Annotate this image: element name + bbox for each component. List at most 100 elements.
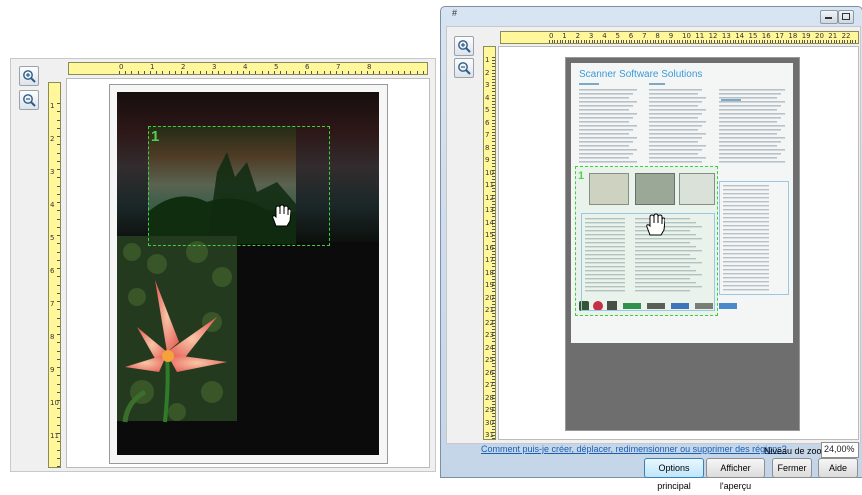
ruler-tick — [554, 40, 556, 43]
ruler-tick — [492, 353, 495, 355]
preview-zoom-in-button[interactable] — [454, 36, 474, 56]
ruler-number: 4 — [485, 93, 490, 102]
maximize-button[interactable] — [838, 10, 854, 24]
ruler-tick — [695, 40, 697, 43]
ruler-tick — [689, 40, 691, 43]
ruler-number: 28 — [485, 393, 494, 402]
preview-button[interactable]: Afficher l'aperçu — [706, 458, 765, 491]
ruler-tick — [329, 71, 331, 74]
scan-region-1[interactable] — [148, 126, 330, 246]
ruler-tick — [367, 71, 368, 74]
ruler-number: 3 — [485, 81, 490, 89]
ruler-number: 19 — [801, 32, 811, 40]
ruler-tick — [162, 71, 164, 74]
minimize-icon — [825, 17, 832, 19]
ruler-number: 5 — [615, 32, 620, 40]
ruler-tick — [549, 40, 550, 43]
ruler-tick — [249, 71, 251, 74]
ruler-tick — [404, 71, 406, 74]
ruler-number: 8 — [485, 143, 490, 152]
ruler-number: 14 — [485, 218, 494, 227]
ruler-tick — [825, 40, 827, 43]
ruler-number: 0 — [119, 63, 124, 71]
ruler-tick — [492, 85, 495, 87]
minimize-button[interactable] — [820, 10, 838, 24]
zoom-spinbox[interactable]: 24,00% — [821, 442, 859, 458]
ruler-tick — [655, 40, 657, 43]
ruler-number: 15 — [748, 32, 758, 40]
zoom-in-button[interactable] — [19, 66, 39, 86]
close-button[interactable]: Fermer — [772, 458, 812, 478]
ruler-tick — [615, 40, 617, 43]
preview-horizontal-ruler: 0 1 2 3 4 5 6 7 8 9 10 11 12 13 14 15 16 17 18 19 20 21 22 — [500, 31, 859, 44]
ruler-tick — [492, 122, 495, 124]
ruler-tick — [682, 40, 683, 43]
ruler-number: 7 — [50, 300, 55, 308]
ruler-tick — [57, 292, 60, 294]
ruler-tick — [492, 135, 495, 137]
ruler-tick — [791, 40, 793, 43]
ruler-tick — [583, 40, 585, 43]
ruler-tick — [562, 40, 564, 43]
ruler-tick — [804, 40, 806, 43]
ruler-tick — [492, 141, 495, 143]
ruler-tick — [379, 71, 381, 74]
help-button[interactable]: Aide — [818, 458, 858, 478]
ruler-tick — [492, 166, 495, 168]
ruler-tick — [492, 278, 495, 280]
ruler-number: 10 — [682, 32, 691, 40]
ruler-tick — [57, 466, 60, 467]
ruler-tick — [492, 241, 495, 243]
ruler-tick — [422, 71, 424, 74]
ruler-tick — [492, 82, 495, 83]
ruler-tick — [492, 69, 495, 71]
ruler-number: 17 — [485, 256, 494, 264]
ruler-tick — [588, 40, 590, 43]
ruler-tick — [687, 40, 689, 43]
ruler-number: 2 — [50, 135, 55, 143]
ruler-tick — [492, 88, 495, 90]
ruler-tick — [753, 40, 755, 43]
ruler-tick — [57, 334, 60, 335]
ruler-tick — [551, 40, 553, 43]
ruler-tick — [492, 103, 495, 105]
ruler-tick — [57, 111, 60, 113]
ruler-tick — [492, 91, 495, 93]
ruler-number: 5 — [274, 63, 279, 71]
ruler-tick — [286, 71, 288, 74]
ruler-tick — [168, 71, 170, 74]
ruler-number: 23 — [485, 331, 494, 339]
ruler-tick — [668, 40, 670, 43]
ruler-tick — [567, 40, 569, 43]
zoom-value: 24,00% — [824, 444, 855, 454]
ruler-tick — [703, 40, 705, 43]
preview-zoom-out-button[interactable] — [454, 58, 474, 78]
ruler-tick — [556, 40, 558, 43]
ruler-tick — [692, 40, 694, 43]
ruler-tick — [769, 40, 771, 43]
ruler-number: 4 — [243, 63, 248, 71]
help-link[interactable]: Comment puis-je créer, déplacer, redimen… — [481, 444, 787, 454]
ruler-tick — [578, 40, 580, 43]
ruler-number: 25 — [485, 356, 494, 364]
zoom-out-button[interactable] — [19, 90, 39, 110]
ruler-tick — [785, 40, 787, 43]
ruler-number: 22 — [841, 32, 851, 40]
ruler-tick — [492, 378, 495, 380]
ruler-tick — [492, 116, 495, 118]
ruler-tick — [684, 40, 686, 43]
ruler-tick — [801, 40, 803, 43]
ruler-number: 17 — [775, 32, 785, 40]
ruler-number: 9 — [668, 32, 674, 40]
ruler-tick — [57, 350, 60, 352]
options-button[interactable]: Options principal — [644, 458, 704, 491]
ruler-tick — [716, 40, 718, 43]
ruler-number: 5 — [50, 234, 55, 242]
ruler-tick — [492, 341, 495, 343]
ruler-tick — [612, 40, 614, 43]
ruler-tick — [748, 40, 750, 43]
ruler-tick — [57, 391, 60, 393]
ruler-tick — [492, 416, 495, 418]
ruler-tick — [57, 441, 60, 443]
ruler-tick — [57, 449, 60, 451]
